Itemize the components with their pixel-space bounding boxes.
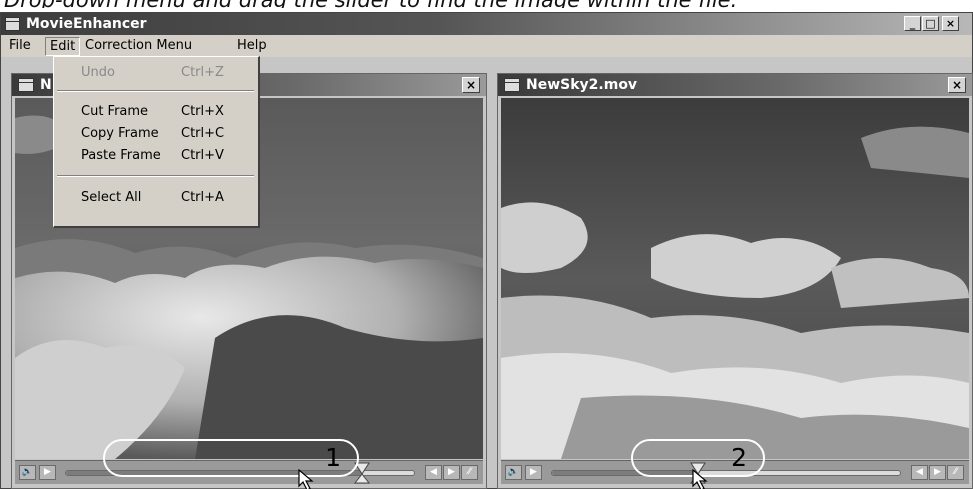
app-titlebar[interactable]: MovieEnhancer _ □ × <box>1 13 972 35</box>
step-forward-button-right[interactable]: ▶ <box>929 465 946 480</box>
menu-file[interactable]: File <box>5 37 35 56</box>
menu-correction[interactable]: Correction Menu <box>81 37 196 56</box>
child-titlebar-right[interactable]: NewSky2.mov × <box>498 74 972 96</box>
document-icon[interactable] <box>504 78 520 92</box>
step-forward-button-left[interactable]: ▶ <box>443 465 460 480</box>
menu-separator <box>57 90 254 92</box>
play-button-left[interactable]: ▶ <box>39 465 56 480</box>
child-close-button-left[interactable]: × <box>462 77 480 93</box>
video-frame-right <box>501 98 969 459</box>
menu-item-undo[interactable]: Undo Ctrl+Z <box>54 62 257 84</box>
menu-item-shortcut: Ctrl+A <box>181 190 224 205</box>
menu-edit[interactable]: Edit <box>45 37 81 56</box>
menu-item-select-all[interactable]: Select All Ctrl+A <box>54 187 257 209</box>
menu-item-shortcut: Ctrl+V <box>181 148 224 163</box>
menu-item-label: Select All <box>81 190 142 205</box>
app-title: MovieEnhancer <box>26 16 147 32</box>
maximize-button[interactable]: □ <box>922 16 939 31</box>
close-button[interactable]: × <box>942 16 959 31</box>
menu-item-shortcut: Ctrl+X <box>181 104 224 119</box>
minimize-button[interactable]: _ <box>904 16 921 31</box>
window-icon[interactable] <box>5 17 20 31</box>
child-window-right: NewSky2.mov × 🔊 ▶ ◀ ▶ ⁄⁄ <box>497 73 973 489</box>
menu-separator <box>57 175 254 177</box>
child-close-button-right[interactable]: × <box>948 77 966 93</box>
play-button-right[interactable]: ▶ <box>525 465 542 480</box>
menu-item-label: Undo <box>81 65 115 80</box>
mouse-cursor-icon <box>298 469 314 489</box>
callout-number-1: 1 <box>325 443 341 472</box>
callout-number-2: 2 <box>731 443 747 472</box>
resize-grip-right[interactable]: ⁄⁄ <box>947 465 964 480</box>
volume-button-right[interactable]: 🔊 <box>505 465 522 480</box>
menu-item-paste-frame[interactable]: Paste Frame Ctrl+V <box>54 145 257 167</box>
document-icon[interactable] <box>18 78 34 92</box>
child-title-left: N <box>40 77 52 93</box>
menubar: File Edit Correction Menu Help <box>1 35 972 57</box>
child-title-right: NewSky2.mov <box>526 77 638 93</box>
callout-1: 1 <box>103 439 359 477</box>
menu-item-label: Cut Frame <box>81 104 149 119</box>
mouse-cursor-icon <box>692 469 708 489</box>
volume-button-left[interactable]: 🔊 <box>19 465 36 480</box>
edit-dropdown-menu: Undo Ctrl+Z Cut Frame Ctrl+X Copy Frame … <box>53 56 260 228</box>
menu-item-copy-frame[interactable]: Copy Frame Ctrl+C <box>54 123 257 145</box>
caption-text: Drop-down menu and drag the slider to fi… <box>4 0 969 8</box>
menu-item-label: Paste Frame <box>81 148 161 163</box>
menu-item-shortcut: Ctrl+C <box>181 126 225 141</box>
menu-help[interactable]: Help <box>233 37 271 56</box>
step-back-button-right[interactable]: ◀ <box>911 465 928 480</box>
menu-item-cut-frame[interactable]: Cut Frame Ctrl+X <box>54 101 257 123</box>
cloud-image-right <box>501 98 969 459</box>
menu-item-label: Copy Frame <box>81 126 159 141</box>
menu-item-shortcut: Ctrl+Z <box>181 65 224 80</box>
resize-grip-left[interactable]: ⁄⁄ <box>461 465 478 480</box>
step-back-button-left[interactable]: ◀ <box>425 465 442 480</box>
